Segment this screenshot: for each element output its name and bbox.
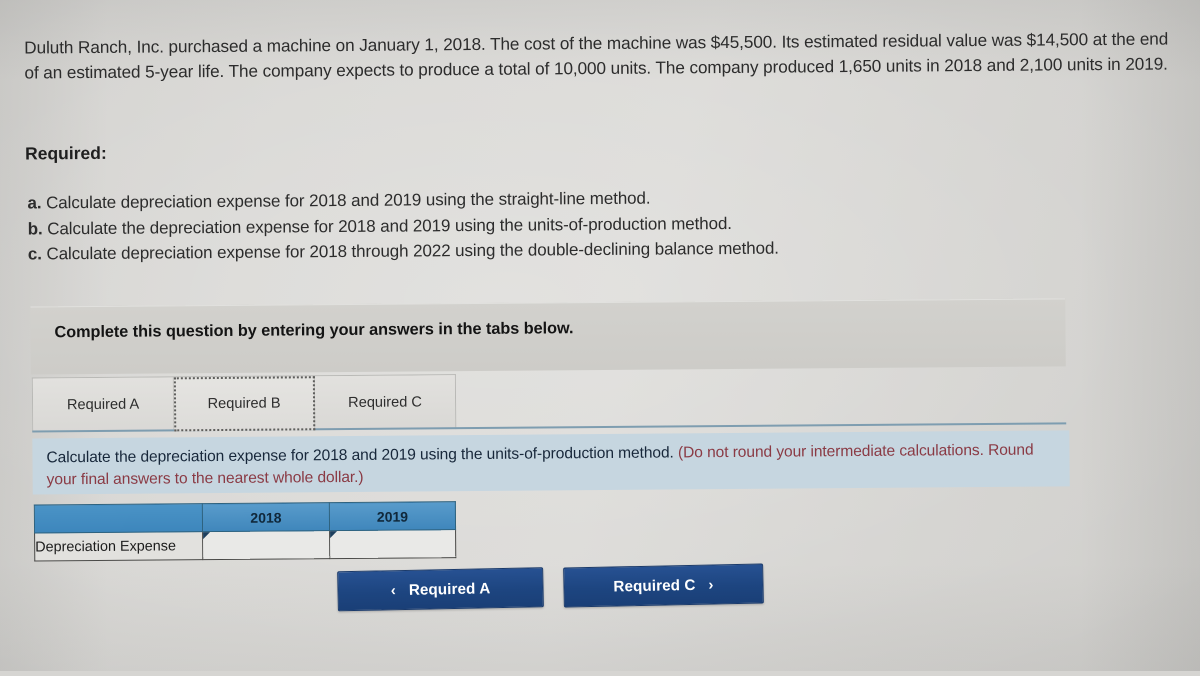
answer-table-header-row: 2018 2019 (34, 501, 456, 533)
required-item-a-label: a. (27, 193, 42, 213)
table-row: Depreciation Expense (34, 529, 456, 561)
required-item-c-label: c. (27, 244, 42, 264)
answer-table: 2018 2019 Depreciation Expense (34, 501, 456, 561)
required-item-b-label: b. (27, 218, 43, 238)
tab-required-b[interactable]: Required B (173, 376, 316, 432)
tab-required-b-label: Required B (207, 395, 281, 413)
screen-content: Duluth Ranch, Inc. purchased a machine o… (0, 0, 1200, 676)
required-item-a-text: Calculate depreciation expense for 2018 … (46, 188, 651, 213)
problem-statement: Duluth Ranch, Inc. purchased a machine o… (24, 28, 1169, 83)
answer-input-2018[interactable] (202, 530, 330, 560)
required-item-b-text: Calculate the depreciation expense for 2… (47, 213, 732, 238)
tab-required-a[interactable]: Required A (32, 377, 175, 433)
tab-required-a-label: Required A (66, 396, 140, 414)
tab-required-c[interactable]: Required C (314, 375, 456, 431)
chevron-right-icon: › (708, 576, 714, 594)
instructions-banner: Complete this question by entering your … (30, 298, 1066, 375)
tab-strip: Required A Required B Required C (31, 369, 1067, 433)
question-instruction: Calculate the depreciation expense for 2… (32, 430, 1070, 495)
next-required-c-button[interactable]: Required C › (563, 563, 764, 608)
answer-table-header-2018: 2018 (202, 502, 330, 532)
question-instruction-main: Calculate the depreciation expense for 2… (46, 444, 674, 467)
answer-table-header-blank (34, 503, 203, 533)
tab-required-c-label: Required C (348, 394, 423, 411)
instructions-banner-text: Complete this question by entering your … (54, 319, 574, 342)
previous-required-a-button[interactable]: ‹ Required A (337, 567, 544, 612)
tab-row: Required A Required B Required C (31, 374, 457, 433)
next-button-label: Required C (613, 576, 696, 596)
chevron-left-icon: ‹ (390, 581, 397, 599)
answer-table-header-2019: 2019 (329, 501, 456, 531)
required-item-c: c. Calculate depreciation expense for 20… (28, 236, 779, 267)
previous-button-label: Required A (408, 579, 491, 599)
required-item-c-text: Calculate depreciation expense for 2018 … (46, 238, 779, 264)
answer-input-2019[interactable] (329, 529, 456, 559)
required-list: a. Calculate depreciation expense for 20… (27, 185, 779, 267)
required-heading: Required: (25, 142, 107, 164)
answer-row-label-depreciation-expense: Depreciation Expense (34, 531, 203, 561)
